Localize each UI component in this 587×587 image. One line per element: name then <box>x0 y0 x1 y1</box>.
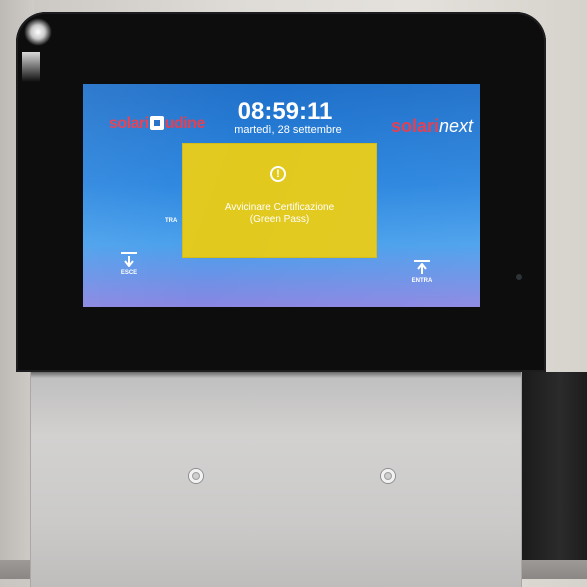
solari-udine-logo: solari udine <box>109 115 205 133</box>
light-reflection <box>24 18 52 46</box>
light-reflection-secondary <box>22 52 40 82</box>
certification-alert-dialog: ! Avvicinare Certificazione (Green Pass) <box>183 144 376 257</box>
current-date: martedì, 28 settembre <box>234 124 342 136</box>
transit-label: TRA <box>165 218 178 224</box>
attendance-terminal: solari udine 08:59:11 martedì, 28 settemb… <box>16 12 546 587</box>
logo-square-icon <box>149 116 164 130</box>
right-indicator-led <box>381 469 395 483</box>
dialog-message-line-2: (Green Pass) <box>249 214 310 225</box>
touch-screen[interactable]: solari udine 08:59:11 martedì, 28 settemb… <box>83 84 480 307</box>
enter-button-label: ENTRA <box>411 278 433 284</box>
dialog-message: Avvicinare Certificazione (Green Pass) <box>183 202 376 226</box>
reader-panel <box>30 372 522 587</box>
enter-button[interactable]: ENTRA <box>407 260 437 292</box>
clock-time: 08:59:11 <box>237 98 333 125</box>
solari-next-logo: solarinext <box>391 116 473 137</box>
logo-left-text-1: solari <box>109 115 149 132</box>
logo-right-brand: solari <box>390 116 439 136</box>
left-indicator-led <box>189 469 203 483</box>
exit-button[interactable]: ESCE <box>114 252 144 284</box>
arrow-down-icon <box>121 252 137 268</box>
panel-top-edge <box>31 372 521 378</box>
proximity-sensor <box>516 274 522 280</box>
dialog-message-line-1: Avvicinare Certificazione <box>224 202 335 213</box>
screen-bezel: solari udine 08:59:11 martedì, 28 settemb… <box>16 12 546 372</box>
logo-right-suffix: next <box>438 116 473 136</box>
exit-button-label: ESCE <box>120 270 138 276</box>
arrow-up-icon <box>414 260 430 276</box>
alert-circle-icon: ! <box>270 166 286 182</box>
